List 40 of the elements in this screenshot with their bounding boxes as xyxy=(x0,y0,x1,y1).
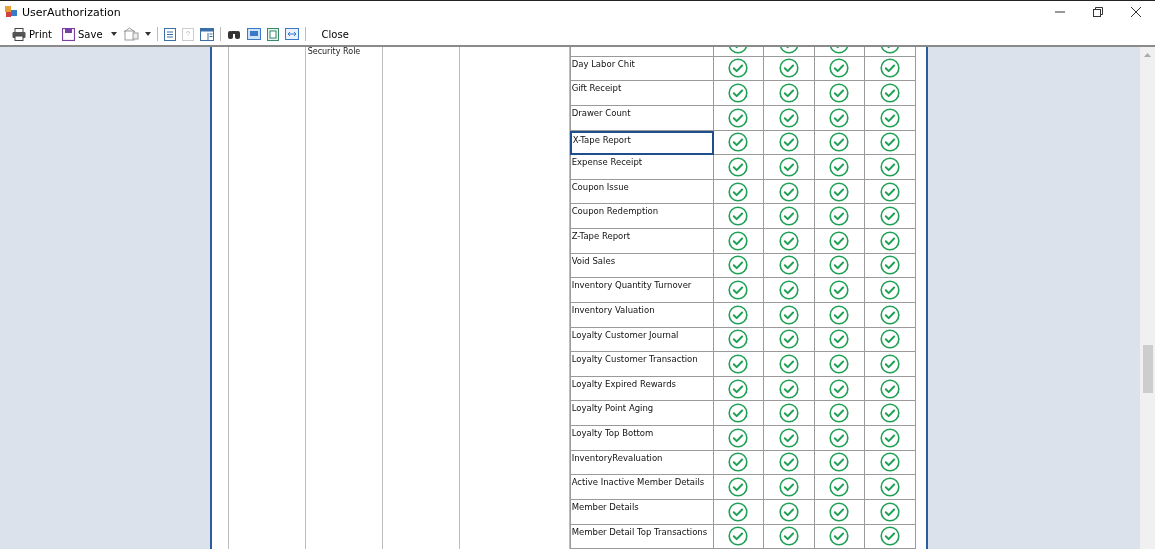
close-button[interactable]: Close xyxy=(319,24,351,44)
report-cell[interactable]: Drawer Count xyxy=(569,105,714,131)
print-button[interactable]: Print xyxy=(10,24,54,44)
page-width-icon[interactable] xyxy=(266,27,279,41)
printer-icon xyxy=(12,27,26,41)
report-cell[interactable]: Inventory Valuation xyxy=(569,302,714,328)
save-button[interactable]: Save xyxy=(60,24,105,44)
report-cell[interactable]: Member Details xyxy=(569,499,714,525)
column-heading: Security Role xyxy=(306,47,362,56)
fit-page-icon[interactable] xyxy=(284,28,299,40)
report-cell[interactable]: Expense Receipt xyxy=(569,155,714,180)
restore-icon xyxy=(1093,7,1103,17)
report-cell[interactable]: Loyalty Customer Transaction xyxy=(569,352,714,377)
report-cell[interactable]: Loyalty Point Aging xyxy=(569,401,714,426)
caret-icon[interactable] xyxy=(144,32,151,36)
report-cell[interactable]: Active Inactive Member Details xyxy=(569,475,714,500)
layout-icon[interactable] xyxy=(199,27,214,41)
report-cell[interactable]: X-Tape Report xyxy=(569,130,714,156)
report-cell[interactable]: Coupon Issue xyxy=(569,179,714,205)
binoculars-icon[interactable] xyxy=(226,28,241,40)
report-cell[interactable]: Inventory Quantity Turnover xyxy=(569,278,714,303)
close-icon xyxy=(1131,7,1141,17)
report-cell[interactable]: Loyalty Customer Journal xyxy=(569,327,714,353)
report-cell[interactable]: Loyalty Top Bottom xyxy=(569,426,714,451)
report-cell[interactable]: Member Detail Top Transactions xyxy=(569,524,714,549)
scroll-thumb[interactable] xyxy=(1142,345,1153,393)
app-icon xyxy=(4,5,18,19)
page-view-icon[interactable] xyxy=(246,28,261,40)
report-cell[interactable]: Coupon Redemption xyxy=(569,204,714,229)
report-cell[interactable]: InventoryRevaluation xyxy=(569,450,714,476)
report-cell[interactable]: Gift Receipt xyxy=(569,81,714,106)
report-cell[interactable]: Day Labor Chit xyxy=(569,56,714,82)
page-icon[interactable] xyxy=(163,27,176,41)
report-cell[interactable]: Void Sales xyxy=(569,253,714,279)
report-cell[interactable]: Loyalty Expired Rewards xyxy=(569,376,714,402)
report-cell[interactable]: Z-Tape Report xyxy=(569,229,714,254)
scrollbar[interactable] xyxy=(1140,47,1155,549)
window-title: UserAuthorization xyxy=(22,5,122,19)
export-icon[interactable] xyxy=(122,27,139,41)
caret-icon[interactable] xyxy=(110,32,117,36)
